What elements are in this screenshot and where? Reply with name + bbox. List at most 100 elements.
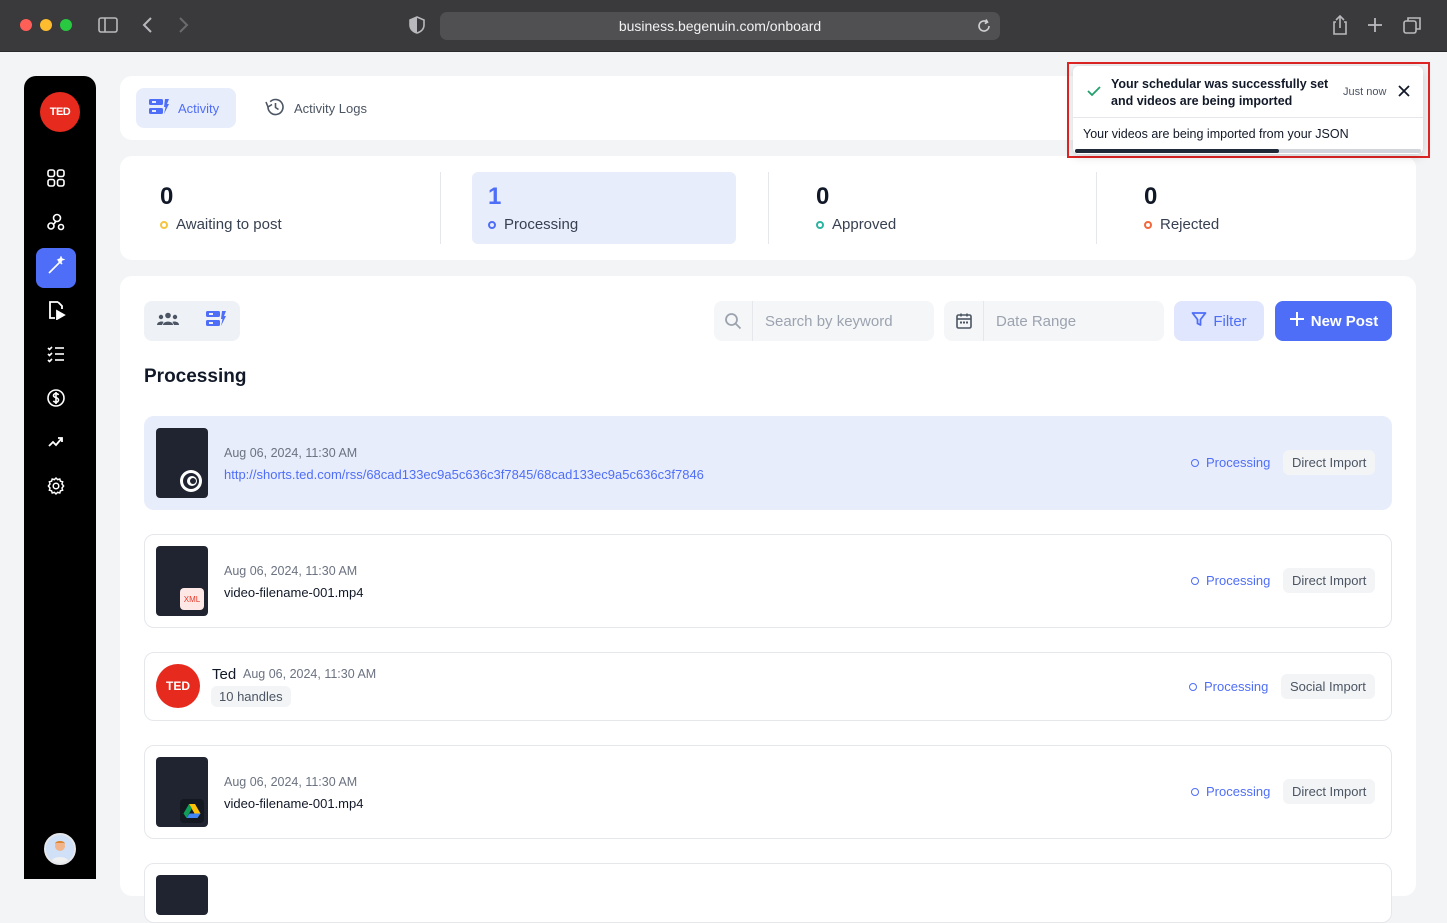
stat-rejected[interactable]: 0 Rejected [1128, 172, 1398, 244]
google-drive-icon [180, 799, 204, 823]
stat-awaiting-label: Awaiting to post [176, 216, 282, 233]
video-thumbnail [156, 875, 208, 915]
tab-activity-label: Activity [178, 100, 220, 116]
search-icon [714, 312, 752, 330]
plus-icon [1289, 311, 1305, 331]
view-toggle [144, 301, 240, 341]
import-type-badge: Direct Import [1283, 779, 1376, 804]
new-tab-icon[interactable] [1366, 14, 1384, 41]
sidebar-item-create[interactable] [36, 248, 76, 288]
list-item[interactable] [144, 863, 1392, 923]
close-icon[interactable] [1397, 84, 1411, 103]
item-filename: video-filename-001.mp4 [224, 585, 364, 600]
calendar-icon[interactable] [944, 312, 983, 330]
close-window-button[interactable] [20, 19, 32, 31]
status-dot-icon [1191, 458, 1199, 467]
list-item[interactable]: Aug 06, 2024, 11:30 AM video-filename-00… [144, 745, 1392, 839]
video-thumbnail [156, 428, 208, 498]
divider [1073, 117, 1423, 118]
new-post-label: New Post [1310, 312, 1379, 330]
list-item[interactable]: TED Ted Aug 06, 2024, 11:30 AM 10 handle… [144, 652, 1392, 721]
status-badge: Processing [1189, 679, 1268, 694]
stat-processing-label: Processing [504, 216, 579, 233]
stat-approved[interactable]: 0 Approved [800, 172, 1090, 244]
group-icon [156, 311, 180, 332]
community-icon [46, 212, 66, 237]
video-thumbnail: XML [156, 546, 208, 616]
stat-approved-count: 0 [816, 183, 830, 210]
status-badge: Processing [1191, 573, 1270, 588]
item-date: Aug 06, 2024, 11:30 AM [224, 775, 358, 789]
ted-logo[interactable]: TED [40, 92, 80, 132]
video-thumbnail [156, 757, 208, 827]
blue-status-dot-icon [488, 220, 496, 229]
privacy-shield-icon[interactable] [408, 14, 426, 41]
magic-wand-icon [46, 254, 66, 281]
status-summary: 0 Awaiting to post 1 Processing 0 Approv… [120, 156, 1416, 260]
browser-toolbar: business.begenuin.com/onboard [0, 0, 1447, 52]
rss-icon [180, 470, 202, 492]
divider [983, 301, 984, 341]
new-post-button[interactable]: New Post [1275, 301, 1392, 341]
orange-status-dot-icon [1144, 220, 1152, 229]
activity-icon [148, 98, 170, 119]
import-type-badge: Direct Import [1283, 450, 1376, 475]
grid-icon [46, 168, 66, 193]
tab-activity-logs[interactable]: Activity Logs [252, 88, 379, 128]
video-file-icon [46, 300, 66, 325]
back-icon[interactable] [140, 14, 156, 41]
user-avatar[interactable] [44, 833, 76, 865]
status-dot-icon [1191, 787, 1199, 796]
minimize-window-button[interactable] [40, 19, 52, 31]
stat-rejected-label: Rejected [1160, 216, 1220, 233]
tab-overview-icon[interactable] [1402, 14, 1422, 41]
dollar-icon [46, 388, 66, 413]
share-icon[interactable] [1330, 14, 1350, 41]
sidebar-item-dashboard[interactable] [36, 160, 76, 200]
activity-icon [205, 310, 227, 333]
filter-button[interactable]: Filter [1174, 301, 1264, 341]
analytics-icon [46, 432, 66, 457]
sidebar-item-settings[interactable] [36, 468, 76, 508]
stat-awaiting[interactable]: 0 Awaiting to post [144, 172, 434, 244]
item-source-link[interactable]: http://shorts.ted.com/rss/68cad133ec9a5c… [224, 467, 704, 482]
checklist-icon [46, 344, 66, 369]
toast-title: Your schedular was successfully set and … [1111, 77, 1329, 108]
search-box [714, 301, 934, 341]
toast-progress-fill [1075, 149, 1279, 153]
sidebar: TED [24, 76, 96, 879]
status-dot-icon [1191, 576, 1199, 585]
url-text: business.begenuin.com/onboard [618, 18, 822, 34]
processing-panel: Filter New Post Processing Aug 06, 2024,… [120, 276, 1416, 923]
check-icon [1087, 84, 1101, 102]
sidebar-item-monetization[interactable] [36, 380, 76, 420]
activity-view-button[interactable] [192, 301, 240, 341]
sidebar-item-community[interactable] [36, 204, 76, 244]
sidebar-item-tasks[interactable] [36, 336, 76, 376]
item-date: Aug 06, 2024, 11:30 AM [224, 446, 358, 460]
toast-time: Just now [1343, 86, 1387, 98]
item-date: Aug 06, 2024, 11:30 AM [224, 564, 358, 578]
stat-processing[interactable]: 1 Processing [472, 172, 736, 244]
reload-icon[interactable] [976, 18, 992, 37]
maximize-window-button[interactable] [60, 19, 72, 31]
handles-badge: 10 handles [211, 686, 291, 707]
item-date: Aug 06, 2024, 11:30 AM [243, 667, 377, 681]
green-status-dot-icon [816, 220, 824, 229]
history-icon [264, 97, 286, 120]
sidebar-item-analytics[interactable] [36, 424, 76, 464]
divider [768, 172, 769, 244]
forward-icon[interactable] [175, 14, 191, 41]
search-input[interactable] [763, 311, 933, 331]
social-view-button[interactable] [144, 301, 192, 341]
sidebar-item-videos[interactable] [36, 292, 76, 332]
status-badge: Processing [1191, 455, 1270, 470]
divider [752, 301, 753, 341]
list-item[interactable]: Aug 06, 2024, 11:30 AM http://shorts.ted… [144, 416, 1392, 510]
date-range-input[interactable] [994, 311, 1164, 331]
item-account-name: Ted [212, 666, 237, 683]
sidebar-toggle-icon[interactable] [97, 14, 119, 41]
list-item[interactable]: XML Aug 06, 2024, 11:30 AM video-filenam… [144, 534, 1392, 628]
tab-activity[interactable]: Activity [136, 88, 236, 128]
address-bar[interactable]: business.begenuin.com/onboard [440, 12, 1000, 40]
